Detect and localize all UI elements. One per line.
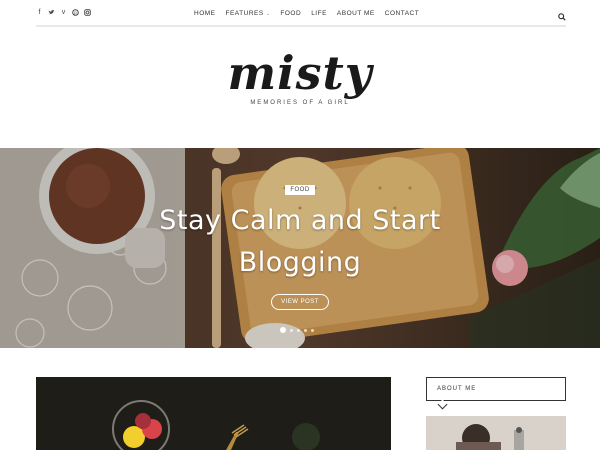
featured-slider[interactable]: FOOD Stay Calm and Start Blogging VIEW P… xyxy=(0,148,600,348)
top-bar: f v p HOME FEATURES ⌄ FOOD LIFE ABOUT ME … xyxy=(36,0,566,27)
chevron-down-icon: ⌄ xyxy=(265,11,271,17)
nav-food-label: FOOD xyxy=(280,10,302,17)
site-title: misty xyxy=(227,46,373,100)
vimeo-icon[interactable]: v xyxy=(60,9,67,17)
category-badge[interactable]: FOOD xyxy=(285,185,315,195)
nav-life[interactable]: LIFE xyxy=(311,9,327,19)
slide-title[interactable]: Stay Calm and Start Blogging xyxy=(140,200,460,284)
nav-home[interactable]: HOME xyxy=(194,9,216,19)
pinterest-icon[interactable]: p xyxy=(72,9,79,17)
slide-content: FOOD Stay Calm and Start Blogging VIEW P… xyxy=(0,178,600,310)
nav-features[interactable]: FEATURES ⌄ xyxy=(226,9,271,19)
social-links: f v p xyxy=(36,9,91,17)
nav-contact-label: CONTACT xyxy=(384,10,420,17)
slide-dot-1[interactable] xyxy=(280,327,286,333)
caret-down-icon xyxy=(437,399,448,410)
search-icon[interactable] xyxy=(558,8,566,21)
post-thumbnail[interactable] xyxy=(36,377,391,450)
slide-dot-5[interactable] xyxy=(311,328,314,332)
nav-about-me-label: ABOUT ME xyxy=(336,10,375,17)
nav-life-label: LIFE xyxy=(311,10,327,17)
svg-text:p: p xyxy=(74,10,77,15)
nav-features-label: FEATURES xyxy=(225,10,264,17)
nav-home-label: HOME xyxy=(194,10,216,17)
twitter-icon[interactable] xyxy=(48,9,55,17)
site-logo[interactable]: misty MEMORIES OF A GIRL xyxy=(0,46,600,106)
post-image xyxy=(36,377,391,450)
main-nav: HOME FEATURES ⌄ FOOD LIFE ABOUT ME CONTAC… xyxy=(194,9,419,19)
about-me-widget-title: ABOUT ME xyxy=(426,377,566,410)
slide-dot-2[interactable] xyxy=(290,328,293,332)
about-me-photo xyxy=(426,416,566,450)
slide-dot-4[interactable] xyxy=(304,328,307,332)
instagram-icon[interactable] xyxy=(84,9,91,17)
nav-about-me[interactable]: ABOUT ME xyxy=(337,9,375,19)
nav-food[interactable]: FOOD xyxy=(280,9,301,19)
facebook-icon[interactable]: f xyxy=(36,9,43,17)
about-photo-image xyxy=(426,416,566,450)
about-me-label: ABOUT ME xyxy=(437,386,477,392)
view-post-button[interactable]: VIEW POST xyxy=(271,294,329,310)
slide-dot-3[interactable] xyxy=(297,328,300,332)
site-tagline: MEMORIES OF A GIRL xyxy=(250,100,350,106)
slider-pagination xyxy=(280,327,314,333)
nav-contact[interactable]: CONTACT xyxy=(385,9,419,19)
